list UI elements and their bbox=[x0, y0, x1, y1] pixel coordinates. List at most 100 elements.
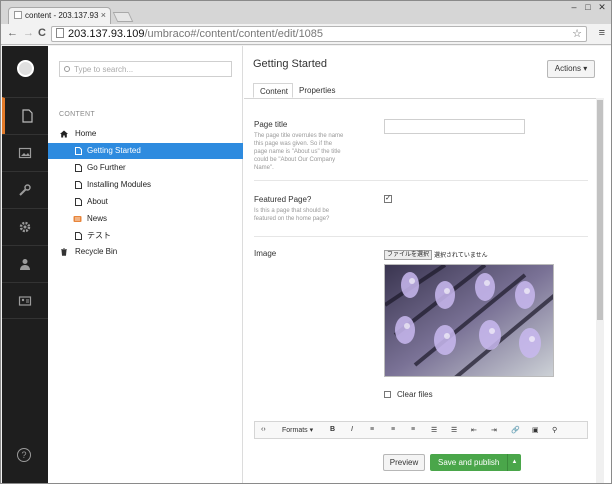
preview-button[interactable]: Preview bbox=[383, 454, 425, 471]
umbraco-app: ? Type to search... CONTENT Home Getting… bbox=[2, 46, 611, 483]
formats-dropdown[interactable]: Formats ▾ bbox=[282, 426, 313, 434]
property-divider bbox=[254, 236, 588, 237]
help-icon[interactable]: ? bbox=[17, 448, 31, 462]
tree-node-label: About bbox=[87, 197, 108, 206]
settings-wrench-icon[interactable] bbox=[2, 171, 48, 208]
publish-options-caret-icon[interactable]: ▲ bbox=[507, 454, 521, 471]
new-tab-button[interactable] bbox=[112, 12, 134, 22]
sections-bar: ? bbox=[2, 46, 48, 483]
tree-node-label: Installing Modules bbox=[87, 180, 152, 189]
browser-tab[interactable]: content - 203.137.93.1: × bbox=[8, 7, 111, 24]
outdent-button[interactable]: ⇤ bbox=[471, 426, 477, 434]
clear-files-checkbox[interactable] bbox=[384, 391, 391, 398]
url-host: 203.137.93.109 bbox=[68, 28, 145, 40]
reload-button[interactable]: C bbox=[38, 27, 46, 39]
tree-node-getting-started[interactable]: Getting Started bbox=[48, 143, 243, 159]
save-and-publish-button[interactable]: Save and publish ▲ bbox=[430, 454, 521, 471]
italic-button[interactable]: I bbox=[351, 426, 353, 433]
tree-node-label: テスト bbox=[87, 231, 111, 240]
page-info-icon[interactable] bbox=[56, 28, 64, 38]
address-bar[interactable]: 203.137.93.109/umbraco#/content/content/… bbox=[51, 26, 587, 42]
document-icon bbox=[75, 232, 82, 240]
minimize-button[interactable]: – bbox=[567, 2, 581, 12]
align-center-button[interactable]: ≡ bbox=[391, 426, 395, 433]
search-input[interactable]: Type to search... bbox=[59, 61, 232, 77]
tab-content[interactable]: Content bbox=[253, 83, 293, 98]
tree-node-news[interactable]: News bbox=[48, 211, 243, 227]
image-preview bbox=[384, 264, 554, 377]
content-icon[interactable] bbox=[2, 97, 48, 134]
source-code-button[interactable]: ‹› bbox=[261, 426, 266, 433]
save-and-publish-label: Save and publish bbox=[438, 458, 500, 467]
featured-page-checkbox[interactable]: ✓ bbox=[384, 195, 392, 203]
document-icon bbox=[75, 181, 82, 189]
editor-scrollbar[interactable] bbox=[596, 98, 604, 483]
tree-node-recycle-bin[interactable]: Recycle Bin bbox=[48, 244, 243, 260]
home-icon bbox=[60, 130, 68, 138]
scrollbar-thumb[interactable] bbox=[597, 100, 603, 320]
numbered-list-button[interactable]: ☰ bbox=[451, 426, 457, 434]
tab-divider bbox=[244, 98, 601, 99]
browser-toolbar: ← → C 203.137.93.109/umbraco#/content/co… bbox=[1, 24, 611, 45]
window-controls: – □ ✕ bbox=[567, 2, 609, 13]
image-label: Image bbox=[254, 249, 277, 258]
page-title: Getting Started bbox=[253, 58, 327, 70]
content-editor: Getting Started Actions ▾ Content Proper… bbox=[244, 46, 611, 483]
link-icon[interactable]: 🔗 bbox=[511, 426, 520, 434]
tree-node-label: Recycle Bin bbox=[75, 247, 118, 256]
page-title-label: Page title bbox=[254, 120, 288, 129]
back-button[interactable]: ← bbox=[7, 27, 18, 39]
featured-page-description: Is this a page that should be featured o… bbox=[254, 208, 330, 222]
tab-properties[interactable]: Properties bbox=[293, 83, 341, 98]
tab-strip: content - 203.137.93.1: × –□✕ bbox=[1, 1, 611, 24]
document-icon bbox=[75, 198, 82, 206]
tab-title: content - 203.137.93.1: bbox=[25, 11, 99, 20]
indent-button[interactable]: ⇥ bbox=[491, 426, 497, 434]
featured-page-label: Featured Page? bbox=[254, 195, 312, 204]
maximize-button[interactable]: □ bbox=[581, 2, 595, 12]
developer-gear-icon[interactable] bbox=[2, 208, 48, 245]
news-icon bbox=[73, 216, 82, 222]
align-left-button[interactable]: ≡ bbox=[370, 426, 374, 433]
file-status-text: 選択されていません bbox=[434, 253, 488, 259]
tree-node-label: Home bbox=[75, 129, 97, 138]
clear-files-label: Clear files bbox=[397, 390, 433, 399]
url-path: /umbraco#/content/content/edit/1085 bbox=[144, 28, 324, 40]
rich-text-toolbar: ‹› Formats ▾ B I ≡ ≡ ≡ ☰ ☰ ⇤ ⇥ 🔗 ▣ ⚲ bbox=[254, 421, 588, 439]
insert-image-icon[interactable]: ▣ bbox=[532, 426, 539, 434]
bold-button[interactable]: B bbox=[330, 426, 335, 433]
search-placeholder: Type to search... bbox=[74, 65, 134, 74]
media-icon[interactable] bbox=[2, 134, 48, 171]
bookmark-star-icon[interactable]: ☆ bbox=[572, 27, 582, 41]
tree-node-test[interactable]: テスト bbox=[48, 228, 243, 244]
document-icon bbox=[75, 147, 82, 155]
page-title-description: The page title overrules the name this p… bbox=[254, 133, 344, 171]
section-label: CONTENT bbox=[59, 111, 95, 118]
members-icon[interactable] bbox=[2, 282, 48, 319]
actions-button[interactable]: Actions ▾ bbox=[547, 60, 595, 78]
tree-node-about[interactable]: About bbox=[48, 194, 243, 210]
page-favicon-icon bbox=[14, 11, 22, 19]
insert-macro-icon[interactable]: ⚲ bbox=[552, 426, 557, 434]
browser-window: content - 203.137.93.1: × –□✕ ← → C 203.… bbox=[0, 0, 612, 484]
trash-icon bbox=[61, 248, 67, 256]
content-tree: Type to search... CONTENT Home Getting S… bbox=[48, 46, 243, 483]
user-avatar[interactable] bbox=[17, 60, 34, 77]
forward-button[interactable]: → bbox=[23, 27, 34, 39]
page-title-input[interactable] bbox=[384, 119, 525, 134]
tree-node-go-further[interactable]: Go Further bbox=[48, 160, 243, 176]
search-icon bbox=[64, 66, 70, 72]
align-right-button[interactable]: ≡ bbox=[411, 426, 415, 433]
tree-node-home[interactable]: Home bbox=[48, 126, 243, 142]
tree-node-label: News bbox=[87, 214, 108, 223]
tree-node-installing-modules[interactable]: Installing Modules bbox=[48, 177, 243, 193]
users-icon[interactable] bbox=[2, 245, 48, 282]
tree-node-label: Go Further bbox=[87, 163, 126, 172]
tree-node-label: Getting Started bbox=[87, 146, 141, 155]
browser-menu-icon[interactable]: ≡ bbox=[599, 27, 605, 39]
document-icon bbox=[75, 164, 82, 172]
tab-close-icon[interactable]: × bbox=[101, 10, 106, 20]
choose-file-button[interactable]: ファイルを選択 bbox=[384, 250, 433, 260]
close-window-button[interactable]: ✕ bbox=[595, 2, 609, 13]
bullet-list-button[interactable]: ☰ bbox=[431, 426, 437, 434]
